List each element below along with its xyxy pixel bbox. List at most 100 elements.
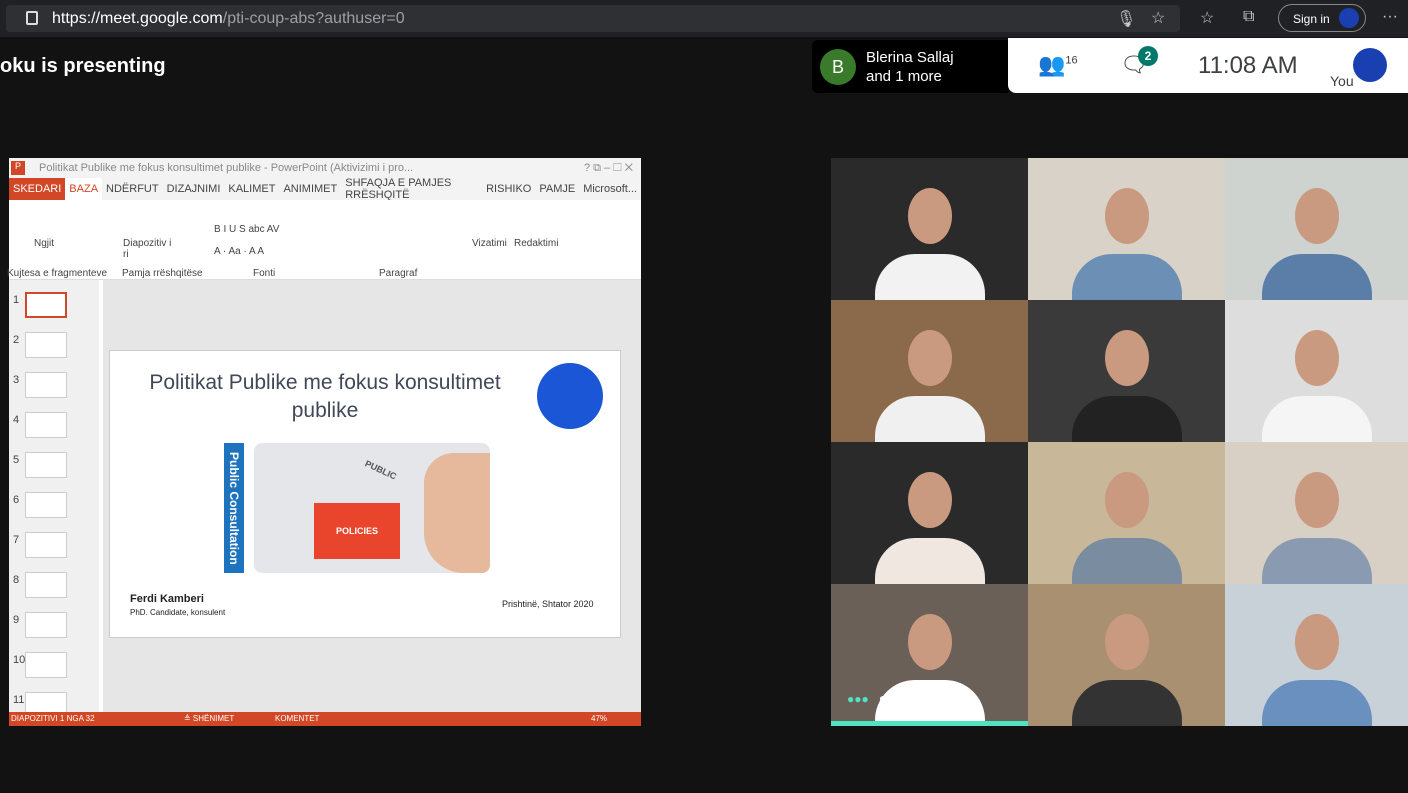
participant-face [907, 472, 952, 528]
slide-thumbnails[interactable]: 1 2 3 4 5 6 7 8 9 10 11 [9, 280, 99, 718]
window-controls[interactable]: ? ⧉ – ☐ ✕ [584, 162, 633, 175]
microphone-icon[interactable]: 🎙 [1116, 9, 1136, 29]
people-icon: 👥 [1038, 52, 1066, 77]
slide-number: 10 [13, 654, 26, 666]
participant-tile[interactable] [1225, 442, 1408, 584]
paste-button[interactable]: Ngjit [34, 238, 54, 249]
address-bar[interactable]: https://meet.google.com/pti-coup-abs?aut… [6, 5, 1180, 32]
participant-tile[interactable] [1028, 442, 1225, 584]
powerpoint-window: P Politikat Publike me fokus konsultimet … [7, 158, 641, 726]
participant-tile[interactable] [1028, 300, 1225, 442]
more-icon[interactable]: ··· [1382, 8, 1398, 26]
participant-body [1261, 538, 1372, 584]
tab-insert[interactable]: NDËRFUT [102, 183, 163, 195]
klgi-logo [537, 363, 603, 429]
people-button[interactable]: 👥16 [1038, 52, 1078, 78]
powerpoint-icon: P [11, 161, 25, 175]
tab-review[interactable]: RISHIKO [482, 183, 535, 195]
participant-tile[interactable] [1225, 584, 1408, 726]
participant-face [907, 188, 952, 244]
participant-tile[interactable] [1225, 158, 1408, 300]
participant-face [1104, 188, 1149, 244]
slide-thumbnail[interactable] [25, 332, 67, 358]
font-format-row[interactable]: B I U S abc AV [214, 224, 279, 235]
editing-button[interactable]: Redaktimi [514, 238, 558, 249]
url-path: /pti-coup-abs?authuser=0 [222, 10, 405, 27]
participant-face [1104, 614, 1149, 670]
self-avatar[interactable] [1353, 48, 1387, 82]
tab-design[interactable]: DIZAJNIMI [163, 183, 225, 195]
sign-in-button[interactable]: Sign in [1278, 4, 1366, 32]
tab-view[interactable]: PAMJE [535, 183, 579, 195]
slide-counter: DIAPOZITIVI 1 NGA 32 [11, 714, 95, 723]
slide-thumbnail[interactable] [25, 572, 67, 598]
collections-icon[interactable]: ⧉ [1243, 8, 1254, 26]
puzzle-image: POLICIES PUBLIC [254, 443, 490, 573]
presenting-label: oku is presenting [0, 55, 166, 77]
author-role: PhD. Candidate, konsulent [130, 608, 226, 617]
notes-button[interactable]: ≜ SHËNIMET [184, 714, 234, 723]
drawing-button[interactable]: Vizatimi [472, 238, 507, 249]
participant-tile[interactable]: ●●● Sadri Rrmoku [831, 584, 1028, 726]
participant-tile[interactable] [1028, 158, 1225, 300]
zoom-level[interactable]: 47% [591, 714, 607, 723]
slide-number: 9 [13, 614, 20, 626]
notification-more: and 1 more [866, 68, 942, 85]
group-paragraph: Paragraf [379, 268, 418, 279]
people-count: 16 [1065, 54, 1078, 67]
participant-tile[interactable] [831, 158, 1028, 300]
group-slides: Pamja rrëshqitëse [122, 268, 203, 279]
slide-thumbnail[interactable] [25, 652, 67, 678]
tab-animations[interactable]: ANIMIMET [279, 183, 341, 195]
profile-avatar [1339, 8, 1359, 28]
slide-thumbnail[interactable] [25, 292, 67, 318]
participant-body [874, 254, 985, 300]
slide-number: 8 [13, 574, 20, 586]
star-icon[interactable]: ☆ [1151, 8, 1165, 28]
slide-number: 6 [13, 494, 20, 506]
status-bar: DIAPOZITIVI 1 NGA 32 ≜ SHËNIMET KOMENTET… [9, 712, 641, 726]
join-notification[interactable]: B Blerina Sallaj and 1 more [812, 40, 1012, 93]
browser-toolbar: https://meet.google.com/pti-coup-abs?aut… [0, 0, 1408, 37]
favorites-icon[interactable]: ☆ [1200, 8, 1214, 28]
tab-account[interactable]: Microsoft... [579, 183, 641, 195]
slide-thumbnail[interactable] [25, 372, 67, 398]
tab-file[interactable]: SKEDARI [9, 178, 66, 200]
participant-body [1071, 680, 1182, 726]
participant-body [1261, 254, 1372, 300]
font-size-row[interactable]: A · Aa · A A [214, 246, 264, 257]
slide-editor: Politikat Publike me fokus konsultimet p… [103, 280, 641, 712]
slide-number: 1 [13, 294, 20, 306]
slide-number: 11 [13, 694, 25, 706]
ribbon: Ngjit Diapozitiv i ri B I U S abc AV A ·… [7, 200, 641, 280]
slide-thumbnail[interactable] [25, 412, 67, 438]
tab-slideshow[interactable]: SHFAQJA E PAMJES RRËSHQITË [341, 177, 482, 201]
participant-face [1104, 472, 1149, 528]
participant-face [1294, 614, 1339, 670]
window-title: Politikat Publike me fokus konsultimet p… [39, 162, 414, 174]
participant-name: Sadri Rrmoku [879, 693, 978, 710]
slide-thumbnail[interactable] [25, 532, 67, 558]
tab-transitions[interactable]: KALIMET [224, 183, 279, 195]
hand-image [424, 453, 490, 573]
participant-tile[interactable] [831, 300, 1028, 442]
new-slide-button[interactable]: Diapozitiv i ri [123, 238, 173, 260]
avatar: B [820, 49, 856, 85]
slide-thumbnail[interactable] [25, 492, 67, 518]
slide-number: 7 [13, 534, 20, 546]
comments-button[interactable]: KOMENTET [275, 714, 319, 723]
tab-home[interactable]: BAZA [65, 178, 103, 200]
public-piece: PUBLIC [363, 458, 399, 482]
participant-body [1071, 396, 1182, 442]
policies-piece: POLICIES [314, 503, 400, 559]
participant-tile[interactable] [1225, 300, 1408, 442]
group-clipboard: Kujtesa e fragmenteve [7, 268, 108, 279]
participant-tile[interactable] [1028, 584, 1225, 726]
slide-number: 5 [13, 454, 20, 466]
group-font: Fonti [253, 268, 276, 279]
slide-thumbnail[interactable] [25, 452, 67, 478]
participant-body [1071, 254, 1182, 300]
participant-face [907, 330, 952, 386]
slide-thumbnail[interactable] [25, 612, 67, 638]
participant-tile[interactable] [831, 442, 1028, 584]
